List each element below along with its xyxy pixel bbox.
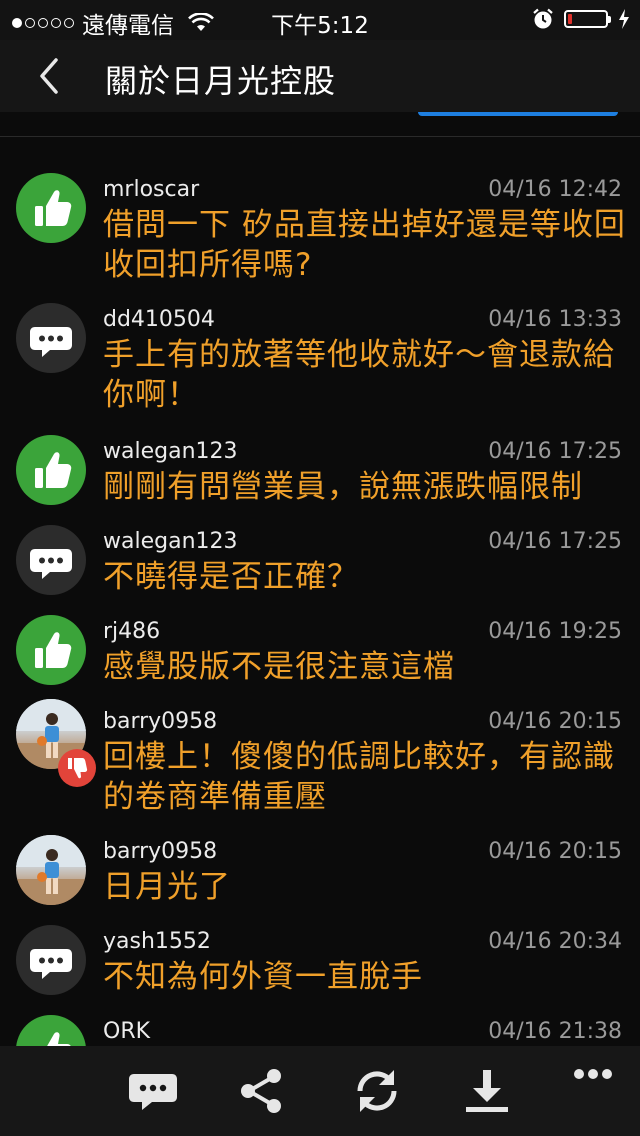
bottom-toolbar	[0, 1046, 640, 1136]
battery-icon	[564, 10, 611, 28]
timestamp: 04/16 17:25	[488, 529, 622, 554]
timestamp: 04/16 20:34	[488, 929, 622, 954]
back-chevron-icon[interactable]	[30, 54, 70, 98]
tab-indicator	[418, 112, 618, 116]
username[interactable]: rj486	[103, 619, 160, 644]
username[interactable]: walegan123	[103, 529, 238, 554]
timestamp: 04/16 21:38	[488, 1019, 622, 1044]
message-text: 不曉得是否正確？	[103, 559, 359, 595]
message-text: 回樓上！傻傻的低調比較好，有認識的卷商準備重壓	[103, 739, 615, 815]
page-title: 關於日月光控股	[105, 62, 337, 100]
download-icon[interactable]	[458, 1064, 516, 1118]
comment-icon[interactable]	[124, 1064, 182, 1118]
thumbs-up-icon[interactable]	[16, 1015, 86, 1046]
message-text: 手上有的放著等他收就好～會退款給你啊！	[103, 337, 615, 413]
username[interactable]: walegan123	[103, 439, 238, 464]
more-icon[interactable]	[564, 1054, 622, 1108]
share-icon[interactable]	[232, 1064, 290, 1118]
message-text: 借問一下 矽品直接出掉好還是等收回 收回扣所得嗎?	[103, 207, 626, 283]
thumbs-up-icon[interactable]	[16, 615, 86, 685]
navigation-bar: 關於日月光控股	[0, 40, 640, 112]
thumbs-up-icon[interactable]	[16, 173, 86, 243]
carrier-name: 遠傳電信	[82, 13, 174, 39]
username[interactable]: ORK	[103, 1019, 150, 1044]
timestamp: 04/16 12:42	[488, 177, 622, 202]
wifi-icon	[188, 13, 214, 31]
message-text: 不知為何外資一直脫手	[103, 959, 423, 995]
comment-icon[interactable]	[16, 303, 86, 373]
username[interactable]: barry0958	[103, 839, 217, 864]
username[interactable]: dd410504	[103, 307, 215, 332]
status-right	[532, 8, 630, 30]
charging-bolt-icon	[619, 9, 629, 29]
username[interactable]: barry0958	[103, 709, 217, 734]
message-text: 感覺股版不是很注意這檔	[103, 649, 455, 685]
refresh-icon[interactable]	[348, 1064, 406, 1118]
avatar[interactable]	[16, 835, 86, 905]
timestamp: 04/16 20:15	[488, 839, 622, 864]
comment-icon[interactable]	[16, 925, 86, 995]
status-bar: 遠傳電信 下午5:12	[0, 0, 640, 40]
thumbs-up-icon[interactable]	[16, 435, 86, 505]
message-text: 剛剛有問營業員，說無漲跌幅限制	[103, 469, 583, 505]
signal-strength-icon	[12, 18, 74, 28]
timestamp: 04/16 17:25	[488, 439, 622, 464]
alarm-clock-icon	[533, 8, 553, 29]
timestamp: 04/16 20:15	[488, 709, 622, 734]
username[interactable]: mrloscar	[103, 177, 199, 202]
message-text: 日月光了	[103, 869, 231, 905]
message-list[interactable]: mrloscar 04/16 12:42 借問一下 矽品直接出掉好還是等收回 收回扣…	[0, 137, 640, 1046]
comment-icon[interactable]	[16, 525, 86, 595]
thumbs-down-icon	[58, 749, 96, 787]
timestamp: 04/16 13:33	[488, 307, 622, 332]
username[interactable]: yash1552	[103, 929, 211, 954]
timestamp: 04/16 19:25	[488, 619, 622, 644]
status-left: 遠傳電信	[12, 6, 214, 40]
